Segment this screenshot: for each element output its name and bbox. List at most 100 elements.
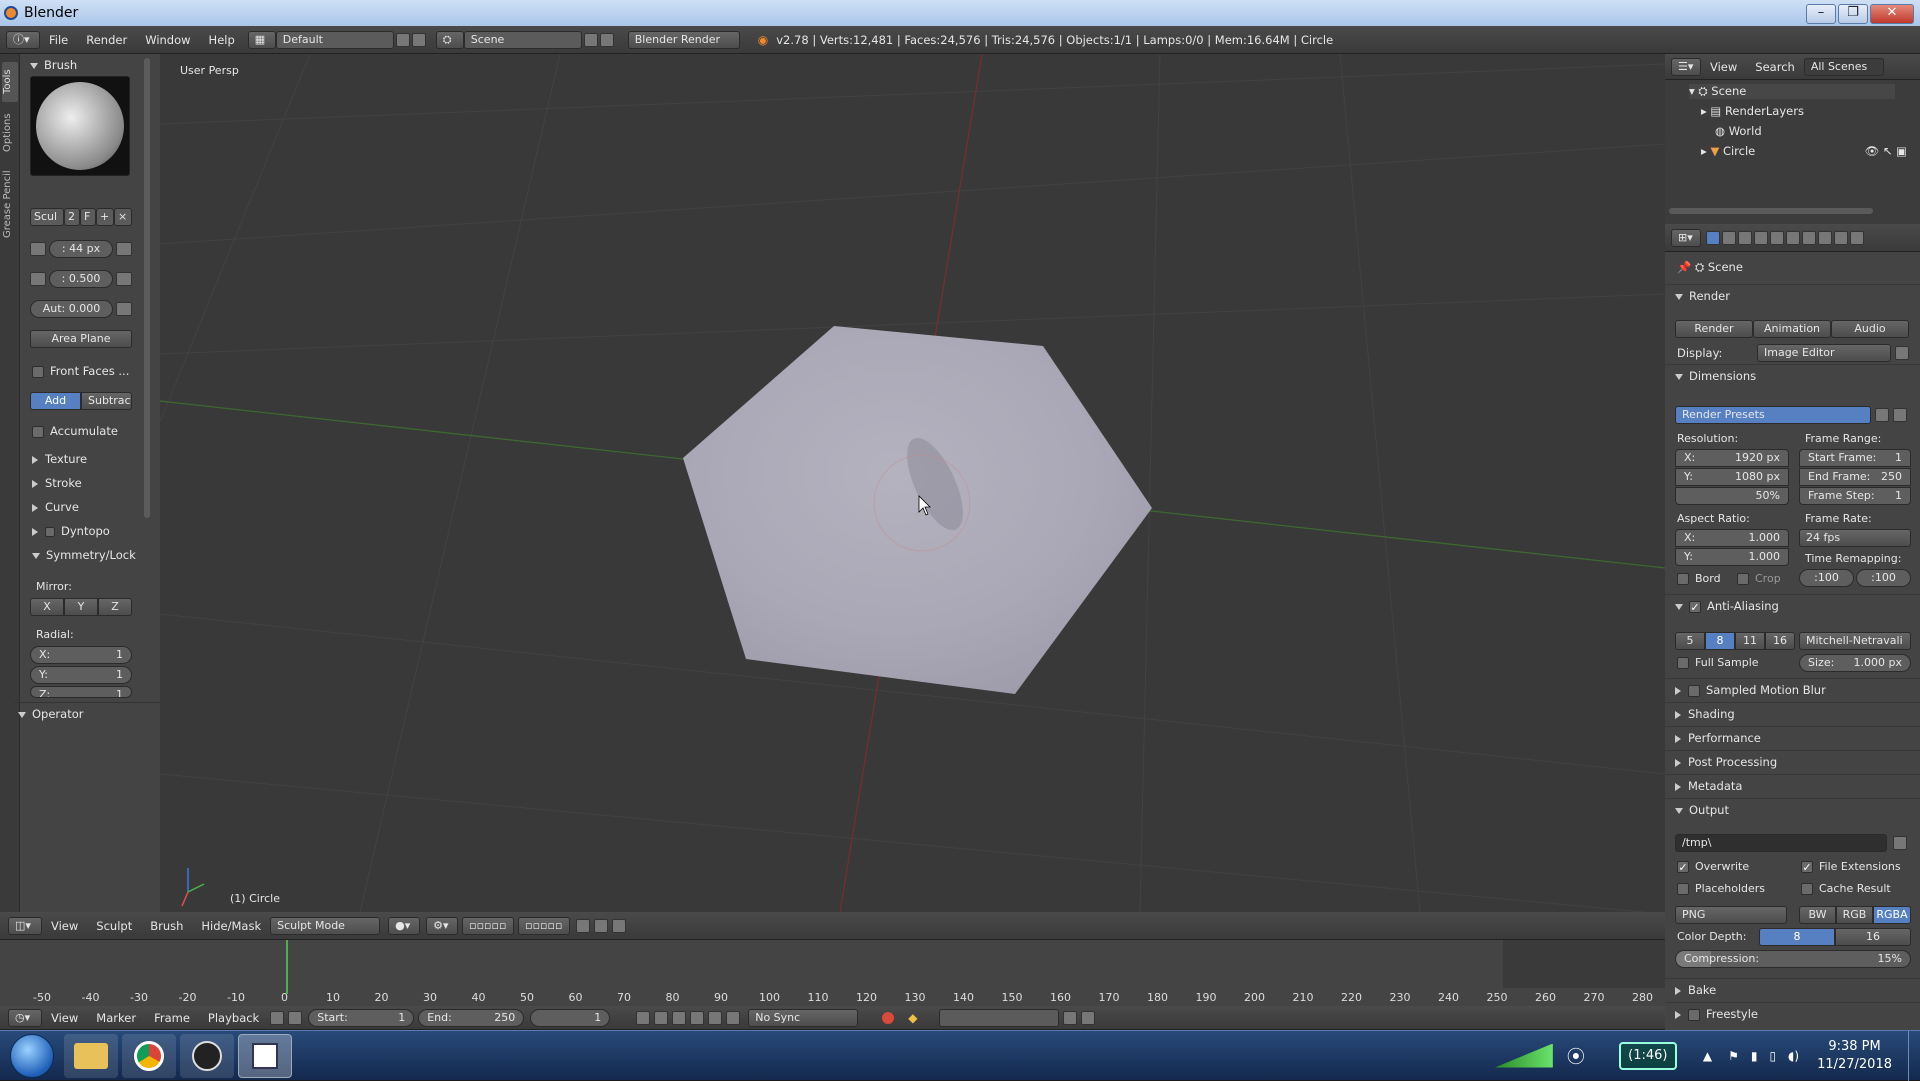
audio-button[interactable]: Audio [1831, 320, 1909, 338]
render-layers-tab-icon[interactable] [1722, 230, 1736, 245]
symmetry-panel-header[interactable]: Symmetry/Lock [32, 548, 148, 562]
compression-slider[interactable]: Compression: 15% [1675, 950, 1911, 968]
texture-panel-header[interactable]: Texture [32, 452, 148, 466]
obs-studio-icon[interactable] [180, 1033, 234, 1078]
menu-view[interactable]: View [51, 919, 78, 933]
outliner-item-circle[interactable]: ▸ ▼ Circle 👁 ↖ ▣ [1701, 144, 1915, 158]
shading-panel-header[interactable]: Shading [1665, 702, 1920, 725]
mode-dropdown[interactable]: Sculpt Mode [270, 916, 381, 935]
prev-keyframe-icon[interactable] [654, 1010, 669, 1025]
resolution-percentage-field[interactable]: 50% [1675, 487, 1789, 505]
strength-field[interactable]: : 0.500 [49, 270, 113, 288]
pressure-icon[interactable] [116, 272, 132, 286]
end-frame-field[interactable]: End: 250 [418, 1008, 525, 1027]
chrome-icon[interactable] [122, 1033, 176, 1078]
menu-playback[interactable]: Playback [208, 1011, 259, 1025]
aa-sample-16[interactable]: 16 [1765, 632, 1795, 650]
resolution-y-field[interactable]: Y: 1080 px [1675, 468, 1789, 486]
radius-field[interactable]: : 44 px [49, 240, 113, 258]
editor-type-info-button[interactable]: ⓘ▾ [6, 30, 40, 49]
render-panel-header[interactable]: Render [1665, 284, 1920, 307]
add-brush-icon[interactable]: + [96, 208, 114, 226]
signal-tray-icon[interactable]: ▮ [1751, 1049, 1758, 1063]
placeholders-checkbox[interactable]: Placeholders [1677, 882, 1765, 895]
aspect-y-field[interactable]: Y: 1.000 [1675, 548, 1789, 566]
animation-button[interactable]: Animation [1753, 320, 1831, 338]
object-tab-icon[interactable] [1770, 230, 1784, 245]
add-layout-icon[interactable] [395, 32, 410, 47]
file-format-dropdown[interactable]: PNG [1675, 906, 1787, 924]
insert-keyframe-icon[interactable] [1063, 1010, 1078, 1025]
remove-layout-icon[interactable] [411, 32, 426, 47]
front-faces-checkbox[interactable]: Front Faces ... [32, 364, 129, 378]
jump-end-icon[interactable] [726, 1010, 741, 1025]
world-tab-icon[interactable] [1754, 230, 1768, 245]
end-frame-prop-field[interactable]: End Frame: 250 [1799, 468, 1911, 486]
remap-old-field[interactable]: :100 [1799, 569, 1854, 587]
start-button[interactable] [10, 1033, 54, 1078]
layers-grid-1[interactable]: ▫▫▫▫▫ [462, 916, 515, 935]
depth-16-button[interactable]: 16 [1835, 928, 1911, 946]
accumulate-checkbox[interactable]: Accumulate [32, 424, 118, 438]
scene-icon[interactable]: ⛭ [435, 30, 464, 49]
frame-rate-dropdown[interactable]: 24 fps [1799, 529, 1911, 547]
dimensions-panel-header[interactable]: Dimensions [1665, 364, 1920, 387]
screen-layout-icon[interactable]: ▦ [247, 30, 276, 49]
menu-brush[interactable]: Brush [150, 919, 183, 933]
file-extensions-checkbox[interactable]: File Extensions [1801, 860, 1901, 873]
dyntopo-panel-header[interactable]: Dyntopo [32, 524, 148, 538]
add-scene-icon[interactable] [583, 32, 598, 47]
menu-window[interactable]: Window [145, 33, 190, 47]
brush-users-count[interactable]: 2 [64, 208, 80, 226]
lock-range-icon[interactable] [288, 1010, 303, 1025]
bake-panel-header[interactable]: Bake [1665, 978, 1920, 1001]
pressure-icon[interactable] [116, 302, 132, 316]
menu-help[interactable]: Help [209, 33, 235, 47]
menu-frame[interactable]: Frame [154, 1011, 190, 1025]
scene-field[interactable]: Scene [463, 30, 582, 49]
close-button[interactable]: ✕ [1870, 3, 1914, 24]
3d-viewport[interactable]: User Persp (1) Circle [160, 54, 1665, 912]
radial-z-field[interactable]: Z: 1 [30, 686, 132, 698]
mirror-x-button[interactable]: X [30, 598, 64, 616]
timeline-area[interactable]: -50 -40 -30 -20 -10 0 10 20 30 40 50 60 70 80 90 100 110… [0, 940, 1665, 1006]
texture-tab-icon[interactable] [1850, 230, 1864, 245]
add-button[interactable]: Add [30, 392, 81, 410]
remove-preset-icon[interactable] [1893, 408, 1907, 422]
frame-step-field[interactable]: Frame Step: 1 [1799, 487, 1911, 505]
render-tab-icon[interactable] [1706, 230, 1720, 245]
output-path-field[interactable]: /tmp\ [1675, 834, 1887, 852]
color-bw-button[interactable]: BW [1799, 906, 1836, 924]
blender-taskbar-icon[interactable] [238, 1033, 292, 1078]
preview-range-icon[interactable] [270, 1010, 285, 1025]
brush-name-field[interactable]: Scul [30, 208, 64, 226]
overwrite-checkbox[interactable]: Overwrite [1677, 860, 1749, 873]
resolution-x-field[interactable]: X: 1920 px [1675, 449, 1789, 467]
menu-hide-mask[interactable]: Hide/Mask [201, 919, 261, 933]
start-frame-field[interactable]: Start: 1 [308, 1008, 415, 1027]
show-desktop-button[interactable] [1908, 1030, 1920, 1081]
brush-fake-user-toggle[interactable]: F [80, 208, 96, 226]
radial-x-field[interactable]: X: 1 [30, 646, 132, 664]
shading-dropdown[interactable]: ●▾ [388, 916, 421, 935]
aa-filter-dropdown[interactable]: Mitchell-Netravali [1799, 632, 1911, 650]
record-icon[interactable] [882, 1011, 895, 1024]
aa-size-field[interactable]: Size: 1.000 px [1799, 654, 1911, 672]
layers-grid-2[interactable]: ▫▫▫▫▫ [518, 916, 571, 935]
editor-type-3d-button[interactable]: ◫▾ [8, 916, 42, 935]
sync-dropdown[interactable]: No Sync [748, 1008, 859, 1027]
tab-grease-pencil[interactable]: Grease Pencil [2, 164, 18, 244]
aspect-x-field[interactable]: X: 1.000 [1675, 529, 1789, 547]
menu-render[interactable]: Render [86, 33, 127, 47]
outliner-filter-dropdown[interactable]: All Scenes [1803, 57, 1884, 76]
menu-file[interactable]: File [49, 33, 68, 47]
delete-keyframe-icon[interactable] [1081, 1010, 1096, 1025]
color-rgba-button[interactable]: RGBA [1873, 906, 1911, 924]
border-checkbox[interactable]: Bord [1677, 572, 1721, 585]
menu-view-timeline[interactable]: View [51, 1011, 78, 1025]
cache-result-checkbox[interactable]: Cache Result [1801, 882, 1891, 895]
show-hidden-icons[interactable]: ▲ [1703, 1049, 1712, 1063]
editor-type-timeline-button[interactable]: ◷▾ [8, 1008, 42, 1027]
stroke-panel-header[interactable]: Stroke [32, 476, 148, 490]
keying-set-field[interactable] [939, 1008, 1060, 1027]
